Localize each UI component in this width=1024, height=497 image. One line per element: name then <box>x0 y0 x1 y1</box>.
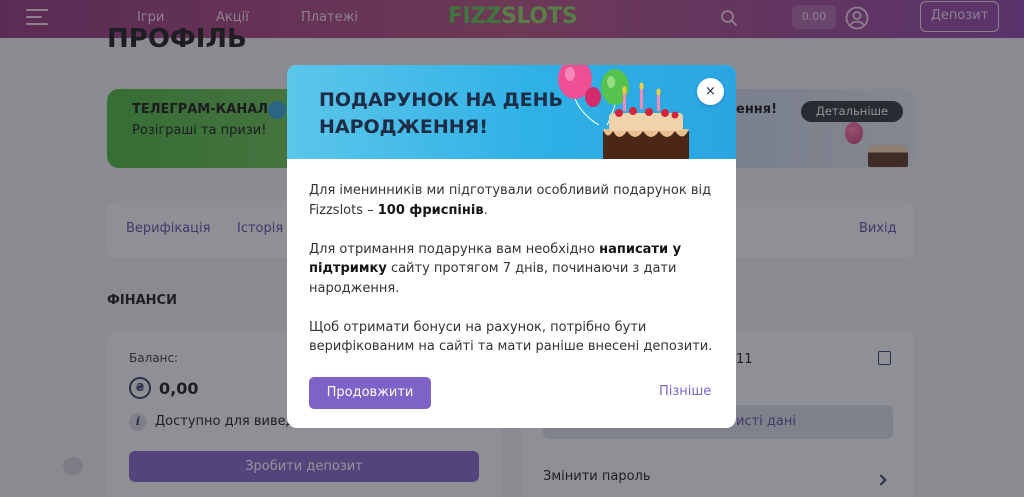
modal-p1-text: Для іменинників ми підготували особливий… <box>309 183 712 218</box>
later-link[interactable]: Пізніше <box>659 384 711 399</box>
modal-paragraph-1: Для іменинників ми підготували особливий… <box>309 181 719 220</box>
modal-p2-text: Для отримання подарунка вам необхідно <box>309 241 600 257</box>
continue-button[interactable]: Продовжити <box>309 377 431 409</box>
modal-title: ПОДАРУНОК НА ДЕНЬ НАРОДЖЕННЯ! <box>319 89 563 138</box>
modal-p1-bold: 100 фриспінів <box>377 202 484 218</box>
modal-paragraph-2: Для отримання подарунка вам необхідно на… <box>309 240 719 299</box>
modal-p1-end: . <box>483 202 488 218</box>
modal-paragraph-3: Щоб отримати бонуси на рахунок, потрібно… <box>309 319 713 355</box>
modal-header: ПОДАРУНОК НА ДЕНЬ НАРОДЖЕННЯ! × <box>287 65 736 159</box>
close-icon[interactable]: × <box>697 78 724 105</box>
birthday-modal: ПОДАРУНОК НА ДЕНЬ НАРОДЖЕННЯ! × Для імен… <box>287 65 736 428</box>
modal-body: Для іменинників ми підготували особливий… <box>309 181 719 376</box>
